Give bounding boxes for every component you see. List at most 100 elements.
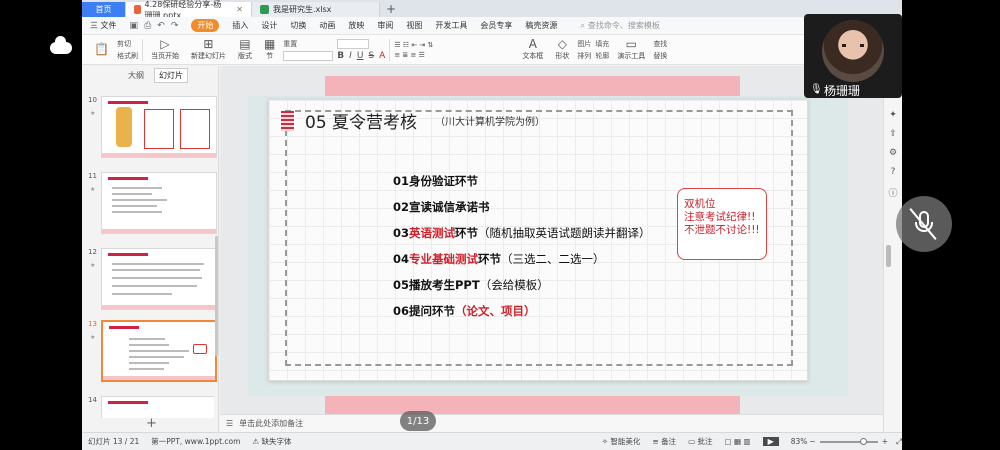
ribbon-toolbar: 📋 剪切 格式刷 ▷ 当页开始 ⊞ 新建幻灯片 ▤ 版式 ▦ 节 重置 B I … (82, 35, 902, 65)
agenda-item-3[interactable]: 03英语测试环节（随机抽取英语试题朗读并翻译） (393, 225, 651, 241)
slide-subtitle[interactable]: （川大计算机学院为例） (435, 113, 545, 128)
section-icon: ▦ (263, 37, 276, 51)
warning-note-box[interactable]: 双机位 注意考试纪律!! 不泄题不讨论!!! (677, 188, 767, 260)
menu-developer[interactable]: 开发工具 (435, 20, 467, 31)
menu-member[interactable]: 会员专享 (480, 20, 512, 31)
share-icon[interactable]: ⇪ (889, 129, 897, 139)
video-tile[interactable]: 🎙 杨珊珊 (804, 14, 902, 98)
menu-slideshow[interactable]: 放映 (348, 20, 364, 31)
slide-number: 10 (88, 96, 97, 104)
font-size-select[interactable] (337, 38, 370, 49)
info-icon[interactable]: ⓘ (888, 186, 897, 199)
cut-button[interactable]: 剪切 (117, 39, 138, 49)
play-from-current-button[interactable]: ▷ 当页开始 (147, 38, 183, 61)
tab-outline[interactable]: 大纲 (124, 69, 148, 82)
layout-button[interactable]: ▤ 版式 (234, 38, 256, 61)
notes-pane[interactable]: ☰ 单击此处添加备注 (220, 414, 883, 432)
cloud-icon[interactable] (50, 36, 72, 54)
strike-button[interactable]: S (368, 51, 374, 61)
tab-slides[interactable]: 幻灯片 (154, 67, 188, 83)
presentation-tools-button[interactable]: ▭ 演示工具 (613, 38, 649, 61)
add-slide-button[interactable]: + (146, 416, 157, 431)
zoom-slider-thumb[interactable] (859, 437, 867, 445)
command-search[interactable]: ⌕ 查找命令、搜索模板 (580, 20, 659, 31)
zoom-in-icon[interactable]: + (882, 437, 888, 446)
comments-button[interactable]: ▭ 批注 (688, 436, 712, 447)
tab-pptx[interactable]: 4.28保研经验分享-杨珊珊.pptx ✕ (126, 0, 252, 20)
file-menu[interactable]: 三 文件 (90, 20, 117, 31)
slide-thumbnail-12[interactable]: 12 ★ (86, 248, 217, 314)
zoom-slider[interactable] (819, 437, 878, 445)
font-color-button[interactable]: A (379, 51, 385, 61)
slide-thumbnail-11[interactable]: 11 ★ (86, 172, 217, 238)
thumb-line (129, 368, 164, 370)
smart-beautify-button[interactable]: ✧ 智能美化 (602, 436, 641, 447)
theme-name[interactable]: 第一PPT, www.1ppt.com (151, 436, 240, 447)
zoom-out-icon[interactable]: − (809, 437, 815, 446)
agenda-text: 06提问环节 (393, 304, 456, 318)
help-icon[interactable]: ? (891, 167, 896, 177)
view-buttons[interactable]: ▢ ▦ ▥ (725, 437, 751, 446)
current-slide[interactable]: 05 夏令营考核 （川大计算机学院为例） 01身份验证环节 02宣读诚信承诺书 … (268, 99, 808, 381)
font-family-select[interactable] (283, 50, 334, 61)
undo-icon[interactable]: ↶ (157, 21, 165, 31)
mute-microphone-button[interactable] (896, 196, 952, 252)
reset-button[interactable]: 重置 (283, 39, 333, 49)
agenda-item-5[interactable]: 05播放考生PPT（会给模板） (393, 277, 549, 293)
picture-button[interactable]: 图片 (577, 39, 591, 49)
missing-font[interactable]: ⚠ 缺失字体 (252, 436, 291, 447)
panel-scrollbar[interactable] (215, 236, 218, 356)
menu-resources[interactable]: 稿壳资源 (525, 20, 557, 31)
menu-insert[interactable]: 插入 (232, 20, 248, 31)
agenda-item-2[interactable]: 02宣读诚信承诺书 (393, 199, 490, 215)
menu-transition[interactable]: 切换 (290, 20, 306, 31)
thumbnail-preview (101, 96, 217, 158)
slide-title[interactable]: 05 夏令营考核 (305, 108, 417, 133)
settings-icon[interactable]: ⚙ (889, 148, 897, 158)
new-slide-button[interactable]: ⊞ 新建幻灯片 (187, 38, 230, 61)
print-icon[interactable]: ⎙ (144, 21, 151, 31)
magic-icon[interactable]: ✦ (889, 110, 897, 120)
fit-window-icon[interactable]: ⤢ (896, 437, 902, 447)
slideshow-play-button[interactable]: ▶ (762, 437, 779, 446)
replace-button[interactable]: 替换 (653, 51, 667, 61)
notes-toggle-button[interactable]: ≡ 备注 (652, 436, 676, 447)
section-button[interactable]: ▦ 节 (260, 38, 279, 61)
shape-button[interactable]: ◇ 形状 (551, 38, 573, 61)
align-icons[interactable]: ≡ ≣ ≡ ☰ (394, 51, 514, 59)
new-tab-button[interactable]: + (386, 2, 396, 17)
picture-group: 图片 排列 (577, 39, 591, 61)
bold-button[interactable]: B (337, 51, 344, 61)
arrange-button[interactable]: 排列 (577, 51, 591, 61)
fill-button[interactable]: 填充 (595, 39, 609, 49)
format-painter-button[interactable]: 格式刷 (117, 51, 138, 61)
redo-icon[interactable]: ↷ (171, 21, 179, 31)
bullet-list-icon[interactable]: ☰ ☷ ⇤ ⇥ ⇅ (394, 41, 514, 49)
slide-thumbnail-13[interactable]: 13 ★ (86, 320, 217, 386)
underline-button[interactable]: U (357, 51, 364, 61)
menu-view[interactable]: 视图 (406, 20, 422, 31)
agenda-detail: （会给模板） (479, 278, 549, 292)
agenda-item-4[interactable]: 04专业基础测试环节（三选二、二选一） (393, 251, 605, 267)
outline-button[interactable]: 轮廓 (595, 51, 609, 61)
agenda-item-6[interactable]: 06提问环节（论文、项目） (393, 303, 536, 319)
save-icon[interactable]: ▣ (130, 21, 139, 31)
comments-label: 批注 (697, 437, 713, 446)
agenda-item-1[interactable]: 01身份验证环节 (393, 173, 478, 189)
close-icon[interactable]: ✕ (236, 5, 243, 14)
menu-start[interactable]: 开始 (191, 19, 220, 32)
slide-thumbnail-14[interactable]: 14 (86, 396, 214, 418)
animation-marker-icon: ★ (90, 334, 96, 341)
menu-review[interactable]: 审阅 (377, 20, 393, 31)
paste-group[interactable]: 📋 (90, 43, 113, 56)
italic-button[interactable]: I (349, 51, 352, 61)
vertical-scrollbar[interactable] (886, 245, 891, 267)
home-tab[interactable]: 首页 (82, 2, 126, 17)
tab-xlsx[interactable]: 我是研究生.xlsx (252, 2, 380, 17)
zoom-percent[interactable]: 83% (791, 437, 808, 446)
slide-thumbnail-10[interactable]: 10 ★ (86, 96, 217, 162)
menu-design[interactable]: 设计 (261, 20, 277, 31)
textbox-button[interactable]: A 文本框 (518, 38, 547, 61)
menu-animation[interactable]: 动画 (319, 20, 335, 31)
find-button[interactable]: 查找 (653, 39, 667, 49)
